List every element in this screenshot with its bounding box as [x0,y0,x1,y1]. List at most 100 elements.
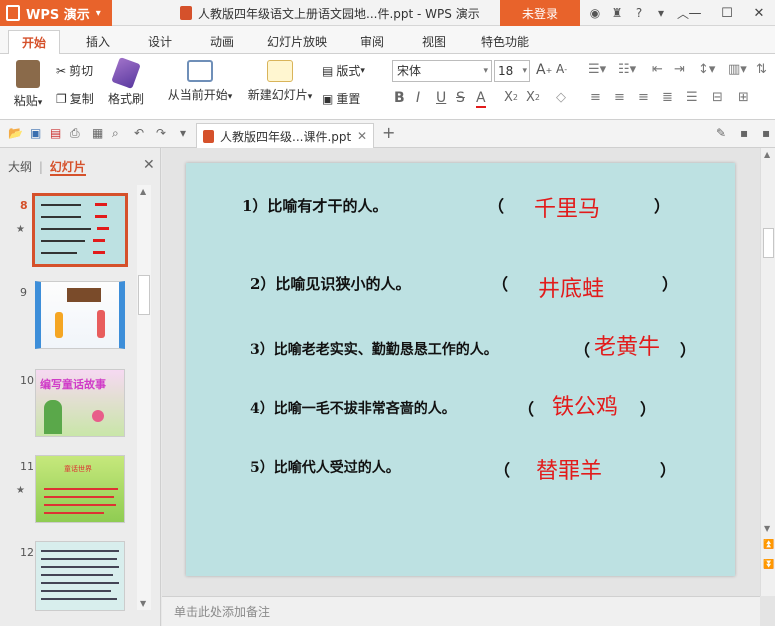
current-slide[interactable]: 1）比喻有才干的人。 （ 千里马 ） 2）比喻见识狭小的人。 （ 井底蛙 ） 3… [186,163,735,576]
notes-area[interactable]: 单击此处添加备注 [162,596,760,626]
question-text: 3）比喻老老实实、勤勤恳恳工作的人。 [250,342,498,358]
answer-text: 老黄牛 [594,335,661,360]
copy-button[interactable]: ❐ 复制 [56,90,94,107]
qat-dropdown-icon[interactable]: ▾ [180,126,186,140]
increase-font-icon[interactable]: A + [536,62,552,78]
next-slide-icon[interactable]: ⏬ [763,560,774,570]
pin-icon[interactable]: ✎ [716,126,726,140]
scroll-down-icon[interactable]: ▼ [140,599,146,608]
scroll-up-icon[interactable]: ▲ [764,150,770,159]
paste-button[interactable]: 粘贴▾ [8,60,48,109]
clear-format-icon[interactable]: ◇ [556,90,566,105]
close-panel-icon[interactable]: ✕ [143,157,155,173]
print-preview-icon[interactable]: ▦ [92,126,103,140]
align-center-icon[interactable]: ≡ [614,90,625,105]
scroll-thumb[interactable] [138,275,150,315]
title-bar: WPS 演示 ▾ 人教版四年级语文上册语文园地...件.ppt - WPS 演示… [0,0,775,26]
slide-thumbnail-11[interactable]: 童话世界 [35,455,125,523]
close-window-button[interactable]: ✕ [743,6,775,21]
font-color-icon[interactable]: A [476,90,486,108]
superscript-icon[interactable]: X2 [504,90,518,105]
doc-tab[interactable]: 人教版四年级...课件.ppt ✕ [196,123,374,148]
decrease-font-icon[interactable]: A- [556,62,567,76]
align-right-icon[interactable]: ≡ [638,90,649,105]
prev-slide-icon[interactable]: ⏫ [763,540,774,550]
slide-thumbnail-9[interactable] [35,281,125,349]
subscript-icon[interactable]: X2 [526,90,540,105]
paragraph-icon[interactable]: ⊞ [738,90,749,105]
close-tab-icon[interactable]: ✕ [357,129,367,143]
slide-thumbnail-10[interactable]: 编写童话故事 [35,369,125,437]
maximize-button[interactable]: ☐ [711,6,743,21]
layout-button[interactable]: ▤ 版式 ▾ [322,62,365,79]
align-left-icon[interactable]: ≡ [590,90,601,105]
justify-icon[interactable]: ≣ [662,90,673,105]
tab-home[interactable]: 开始 [8,30,60,54]
question-text: 2）比喻见识狭小的人。 [250,275,411,293]
open-paren: （ [492,275,509,294]
editor-scrollbar[interactable]: ▲ ▼ ⏫ ⏬ [760,148,775,596]
text-direction-icon[interactable]: ⇅ [756,62,767,77]
print-icon[interactable]: ⎙ [70,126,80,141]
italic-icon[interactable]: I [416,90,420,106]
slide-number: 8 [20,199,28,212]
answer-text: 千里马 [534,197,601,222]
line-spacing-icon[interactable]: ↕▾ [698,62,715,77]
text-align-icon[interactable]: ⊟ [712,90,723,105]
tab-insert[interactable]: 插入 [72,30,124,54]
scroll-up-icon[interactable]: ▲ [140,187,146,196]
distribute-icon[interactable]: ☰ [686,90,698,105]
skin-icon[interactable]: ◉ [584,6,606,20]
scroll-down-icon[interactable]: ▼ [764,524,770,533]
new-slide-icon [267,60,293,82]
bullet-list-icon[interactable]: ☰▾ [588,62,606,77]
indent-increase-icon[interactable]: ⇥ [674,62,685,77]
tab-slides[interactable]: 幻灯片 [49,160,86,176]
export-pdf-icon[interactable]: ▤ [50,126,61,140]
settings-icon[interactable]: ▪ [762,126,770,140]
minimize-button[interactable]: — [679,6,711,21]
format-painter-button[interactable]: 格式刷 [106,57,146,107]
tab-review[interactable]: 审阅 [346,30,398,54]
app-menu-button[interactable]: WPS 演示 ▾ [0,0,112,26]
scissors-icon: ✂ [56,63,67,78]
save-icon[interactable]: ▣ [30,126,41,140]
underline-icon[interactable]: U [436,90,446,106]
strikethrough-icon[interactable]: S [456,90,465,106]
open-folder-icon[interactable]: 📂 [8,126,23,140]
tab-features[interactable]: 特色功能 [474,30,536,54]
tab-outline[interactable]: 大纲 [8,160,32,174]
reset-button[interactable]: ▣ 重置 [322,90,360,107]
search-icon[interactable]: ⌕ [112,126,119,141]
scroll-thumb[interactable] [763,228,774,258]
tab-view[interactable]: 视图 [408,30,460,54]
font-family-select[interactable]: 宋体 ▾ [392,60,492,82]
play-from-current-button[interactable]: 从当前开始▾ [162,60,238,103]
shirt-icon[interactable]: ♜ [606,6,628,20]
copy-icon: ❐ [56,91,67,106]
login-button[interactable]: 未登录 [500,0,580,26]
tab-design[interactable]: 设计 [134,30,186,54]
chevron-down-icon: ▾ [483,66,488,76]
indent-decrease-icon[interactable]: ⇤ [652,62,663,77]
slide-thumbnail-8[interactable] [32,193,128,267]
font-size-select[interactable]: 18 ▾ [494,60,530,82]
slide-thumbnail-12[interactable] [35,541,125,611]
new-slide-button[interactable]: 新建幻灯片▾ [242,60,318,103]
cut-button[interactable]: ✂ 剪切 [56,62,93,79]
question-text: 1）比喻有才干的人。 [242,197,388,215]
panel-scrollbar[interactable]: ▲ ▼ [137,185,151,610]
bold-icon[interactable]: B [394,90,405,106]
open-paren: （ [574,341,591,360]
help-dropdown-icon[interactable]: ▾ [650,6,672,20]
redo-icon[interactable]: ↷ [156,126,166,140]
tab-animation[interactable]: 动画 [196,30,248,54]
window-mode-icon[interactable]: ▪ [740,126,748,140]
numbered-list-icon[interactable]: ☷▾ [618,62,636,77]
new-tab-icon[interactable]: + [382,123,395,142]
help-button[interactable]: ? [628,6,650,20]
tab-slideshow[interactable]: 幻灯片放映 [262,30,332,54]
close-paren: ） [640,400,657,419]
undo-icon[interactable]: ↶ [134,126,144,140]
columns-icon[interactable]: ▥▾ [728,62,747,77]
